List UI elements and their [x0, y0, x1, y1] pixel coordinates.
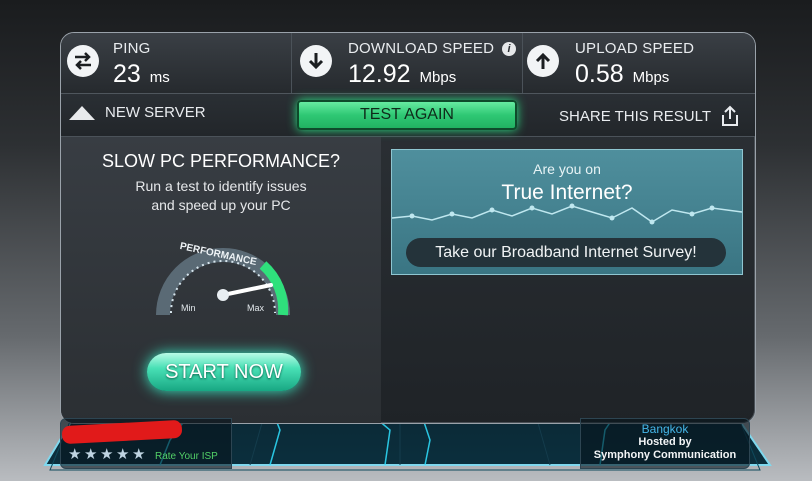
ping-value: 23 ms [113, 60, 170, 89]
gauge-max-label: Max [247, 303, 265, 313]
promo-subtitle-line: Run a test to identify issues [135, 178, 307, 194]
upload-label: UPLOAD SPEED [575, 40, 695, 57]
share-label: SHARE THIS RESULT [559, 107, 711, 125]
star-icon[interactable]: ★ [116, 447, 130, 462]
download-label: DOWNLOAD SPEED [348, 40, 495, 57]
gauge-min-label: Min [181, 303, 196, 313]
performance-gauge [156, 248, 290, 316]
promo-subtitle-line: and speed up your PC [151, 197, 291, 213]
upload-stat: UPLOAD SPEED 0.58 Mbps [523, 33, 755, 93]
survey-button[interactable]: Take our Broadband Internet Survey! [406, 238, 726, 267]
star-icon[interactable]: ★ [84, 447, 98, 462]
ping-unit: ms [149, 69, 170, 86]
download-value: 12.92 Mbps [348, 60, 456, 89]
server-city: Bangkok [641, 422, 689, 436]
test-again-button[interactable]: TEST AGAIN [297, 100, 517, 130]
ping-number: 23 [113, 60, 141, 88]
pc-performance-promo: SLOW PC PERFORMANCE? Run a test to ident… [61, 137, 381, 423]
speedtest-panel: PING 23 ms DOWNLOAD SPEED 12.92 Mbps i U… [60, 32, 756, 424]
host-provider: Symphony Communication [593, 449, 737, 461]
new-server-icon [69, 105, 95, 120]
star-rating[interactable]: ★ ★ ★ ★ ★ [68, 447, 146, 462]
new-server-label: NEW SERVER [105, 104, 206, 121]
action-bar: NEW SERVER TEST AGAIN SHARE THIS RESULT [61, 94, 755, 137]
share-result-button[interactable]: SHARE THIS RESULT [559, 104, 741, 128]
hosted-by-label: Hosted by [638, 436, 692, 448]
share-icon [722, 105, 738, 126]
ping-icon [67, 45, 99, 77]
info-icon[interactable]: i [502, 42, 516, 56]
download-icon [300, 45, 332, 77]
download-stat: DOWNLOAD SPEED 12.92 Mbps i [292, 33, 522, 93]
ping-label: PING [113, 40, 151, 57]
download-unit: Mbps [419, 69, 457, 86]
star-icon[interactable]: ★ [68, 447, 82, 462]
rate-isp-link[interactable]: Rate Your ISP [155, 451, 218, 462]
promo-subtitle: Run a test to identify issues and speed … [61, 177, 381, 215]
new-server-button[interactable]: NEW SERVER [69, 104, 206, 121]
download-number: 12.92 [348, 60, 411, 88]
ad-question-line2: True Internet? [501, 181, 633, 204]
start-now-button[interactable]: START NOW [147, 353, 301, 391]
star-icon[interactable]: ★ [132, 447, 146, 462]
promo-title: SLOW PC PERFORMANCE? [101, 151, 341, 171]
results-bar: PING 23 ms DOWNLOAD SPEED 12.92 Mbps i U… [61, 33, 755, 94]
upload-number: 0.58 [575, 60, 624, 88]
upload-value: 0.58 Mbps [575, 60, 669, 89]
ad-question-line1: Are you on [533, 161, 601, 177]
broadband-survey-ad[interactable]: Are you on True Internet? Take our Broad… [391, 149, 743, 275]
upload-unit: Mbps [632, 69, 670, 86]
star-icon[interactable]: ★ [100, 447, 114, 462]
ping-stat: PING 23 ms [61, 33, 291, 93]
server-host-panel: Bangkok Hosted by Symphony Communication [580, 418, 750, 469]
upload-icon [527, 45, 559, 77]
